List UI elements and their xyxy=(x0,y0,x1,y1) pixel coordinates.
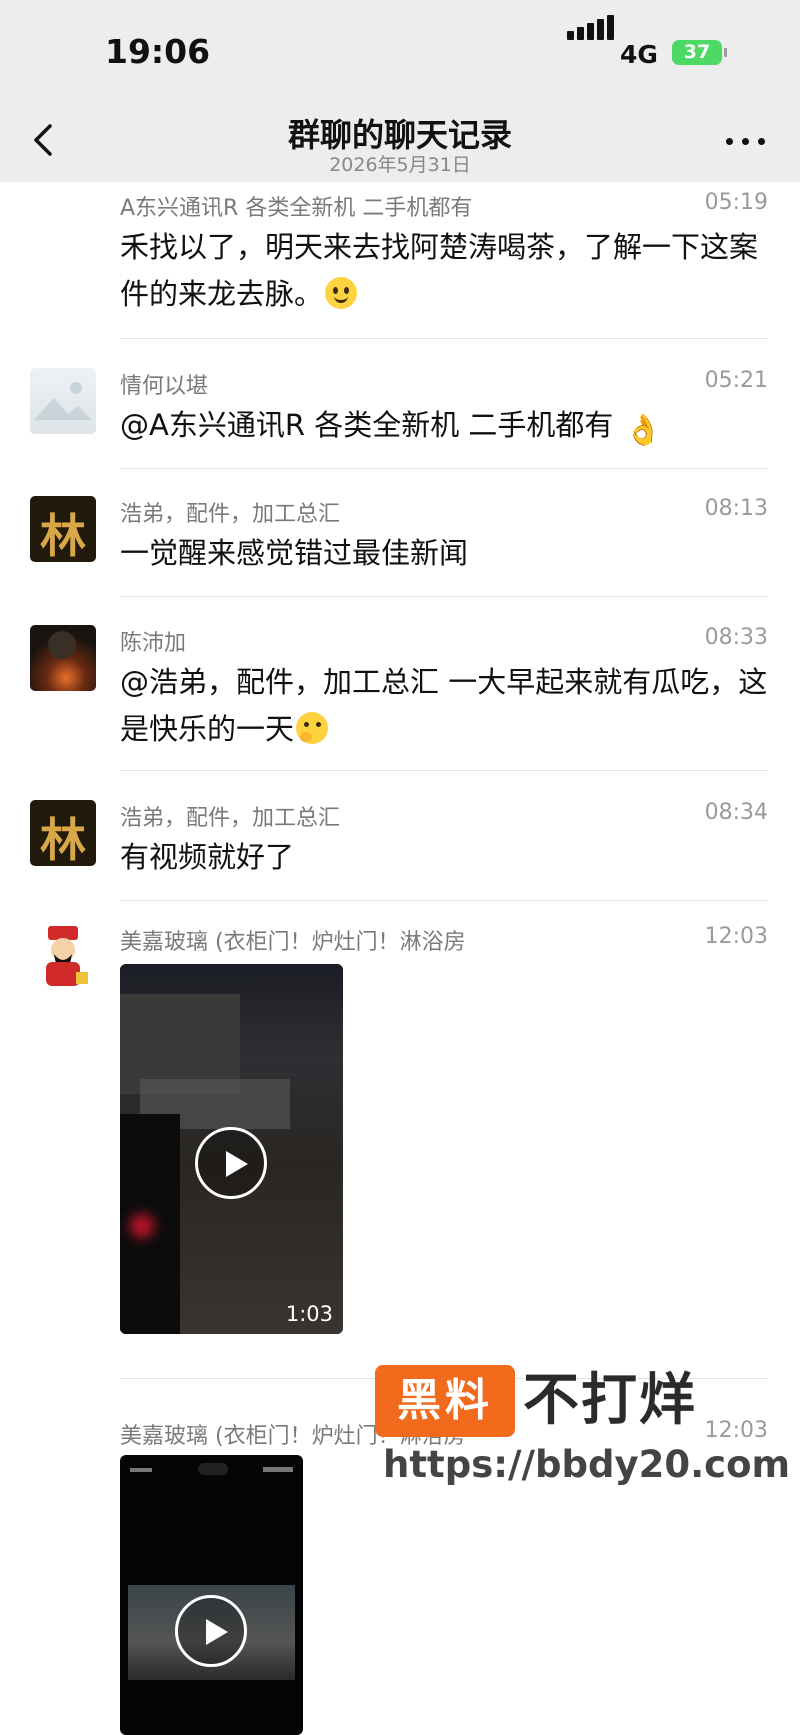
message-item[interactable]: 林 浩弟，配件，加工总汇 08:34 有视频就好了 xyxy=(0,792,800,902)
message-item[interactable]: 美嘉玻璃 (衣柜门！炉灶门！淋浴房 12:03 1:03 xyxy=(0,920,800,1380)
message-text[interactable]: 一觉醒来感觉错过最佳新闻 xyxy=(120,530,770,577)
avatar[interactable]: 林 xyxy=(30,800,96,866)
message-item[interactable]: 情何以堪 05:21 @A东兴通讯R 各类全新机 二手机都有 👌 xyxy=(0,360,800,470)
watermark-text: 不打烊 xyxy=(523,1368,697,1433)
message-text[interactable]: 禾找以了，明天来去找阿楚涛喝茶，了解一下这案件的来龙去脉。 xyxy=(120,224,770,318)
divider xyxy=(120,338,768,339)
avatar[interactable]: 林 xyxy=(30,496,96,562)
message-time: 08:13 xyxy=(704,496,768,521)
sender-name: A东兴通讯R 各类全新机 二手机都有 xyxy=(120,196,473,221)
landscape-placeholder-icon xyxy=(34,382,92,420)
sender-name: 情何以堪 xyxy=(120,374,209,399)
embedded-status-bar xyxy=(130,1463,293,1477)
watermark-logo-box: 黑料 xyxy=(375,1365,515,1437)
sender-name: 浩弟，配件，加工总汇 xyxy=(120,806,341,831)
nav-bar: 群聊的聊天记录 2026年5月31日 xyxy=(0,100,800,182)
battery-icon: 37 xyxy=(672,40,727,65)
network-type: 4G xyxy=(620,40,658,69)
divider xyxy=(120,900,768,901)
message-time: 05:21 xyxy=(704,368,768,393)
divider xyxy=(120,468,768,469)
thinking-emoji-icon xyxy=(296,712,329,744)
message-text-content: 禾找以了，明天来去找阿楚涛喝茶，了解一下这案件的来龙去脉。 xyxy=(120,230,759,311)
video-thumbnail[interactable]: 1:03 xyxy=(120,964,343,1334)
watermark: 黑料 不打烊 https://bbdy20.com xyxy=(375,1365,790,1490)
status-bar: 19:06 4G 37 xyxy=(0,0,800,100)
more-button[interactable] xyxy=(726,136,766,148)
video-duration: 1:03 xyxy=(285,1302,333,1326)
message-item[interactable]: 陈沛加 08:33 @浩弟，配件，加工总汇 一大早起来就有瓜吃，这是快乐的一天 xyxy=(0,617,800,772)
sender-name: 陈沛加 xyxy=(120,631,187,656)
person-silhouette-icon xyxy=(48,631,76,659)
avatar-character: 林 xyxy=(40,813,86,866)
smile-emoji-icon xyxy=(325,277,358,309)
sender-name: 浩弟，配件，加工总汇 xyxy=(120,502,341,527)
message-text[interactable]: @A东兴通讯R 各类全新机 二手机都有 👌 xyxy=(120,402,770,449)
page-date: 2026年5月31日 xyxy=(329,154,471,176)
play-icon[interactable] xyxy=(175,1595,247,1667)
divider xyxy=(120,596,768,597)
avatar-character: 林 xyxy=(40,509,86,562)
avatar[interactable] xyxy=(30,368,96,434)
message-text[interactable]: @浩弟，配件，加工总汇 一大早起来就有瓜吃，这是快乐的一天 xyxy=(120,659,770,753)
message-text-content: @浩弟，配件，加工总汇 一大早起来就有瓜吃，这是快乐的一天 xyxy=(120,665,768,746)
message-time: 12:03 xyxy=(704,924,768,949)
video-thumbnail[interactable] xyxy=(120,1455,303,1735)
message-text[interactable]: 有视频就好了 xyxy=(120,834,770,881)
message-time: 08:34 xyxy=(704,800,768,825)
avatar[interactable] xyxy=(30,625,96,691)
avatar[interactable] xyxy=(30,924,96,990)
red-light xyxy=(130,1214,154,1238)
watermark-url: https://bbdy20.com xyxy=(383,1443,791,1486)
message-text-content: @A东兴通讯R 各类全新机 二手机都有 xyxy=(120,408,623,442)
sender-name: 美嘉玻璃 (衣柜门！炉灶门！淋浴房 xyxy=(120,930,466,955)
status-time: 19:06 xyxy=(105,32,211,71)
play-icon[interactable] xyxy=(195,1127,267,1199)
fortune-god-icon xyxy=(46,926,88,986)
message-item[interactable]: 林 浩弟，配件，加工总汇 08:13 一觉醒来感觉错过最佳新闻 xyxy=(0,488,800,598)
message-item[interactable]: A东兴通讯R 各类全新机 二手机都有 05:19 禾找以了，明天来去找阿楚涛喝茶… xyxy=(0,182,800,342)
divider xyxy=(120,770,768,771)
message-time: 08:33 xyxy=(704,625,768,650)
ok-hand-emoji-icon: 👌 xyxy=(624,413,663,448)
message-time: 05:19 xyxy=(704,190,768,215)
